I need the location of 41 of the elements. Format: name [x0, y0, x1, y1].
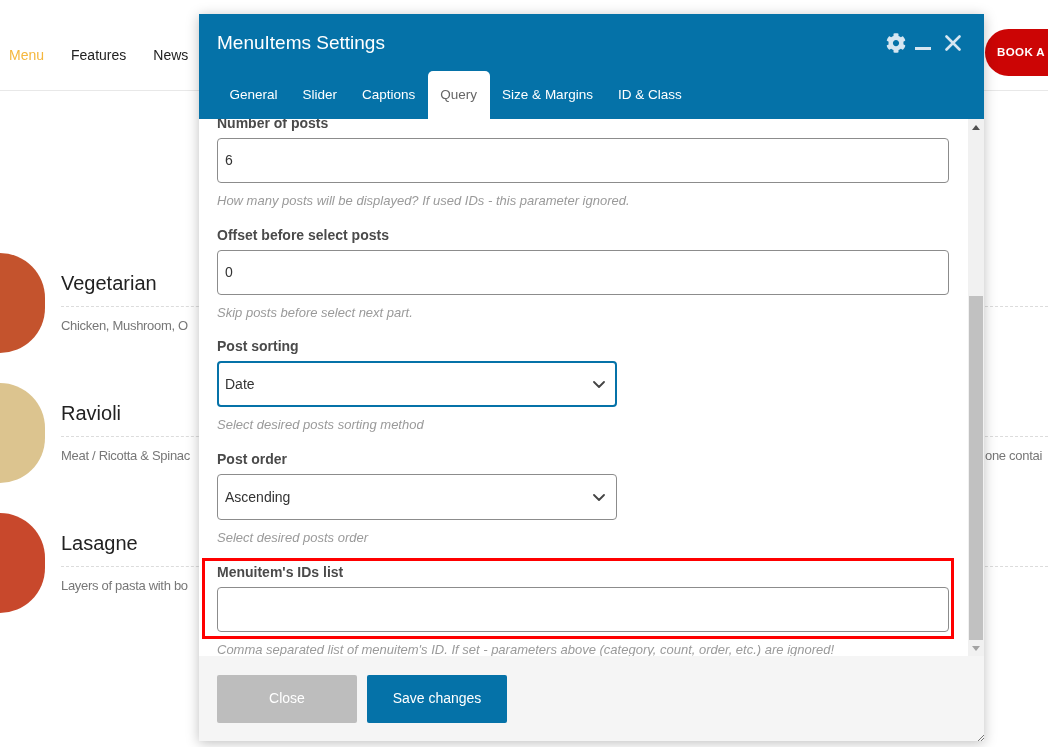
select-field[interactable]: Ascending [217, 474, 617, 521]
scrollbar-thumb[interactable] [969, 296, 983, 640]
tab[interactable]: ID & Class [605, 71, 695, 119]
menu-item-title: Ravioli [61, 401, 122, 426]
menu-item-title: Lasagne [61, 531, 138, 556]
scroll-down-icon[interactable] [972, 645, 980, 651]
close-icon[interactable] [945, 34, 961, 51]
resize-grip-icon[interactable] [978, 735, 984, 741]
input-field[interactable]: 6 [217, 138, 949, 183]
scroll-up-icon[interactable] [972, 124, 980, 130]
chevron-down-icon [593, 380, 605, 388]
nav-link[interactable]: News [153, 46, 189, 64]
select-field[interactable]: Date [217, 361, 617, 408]
tab[interactable]: Query [427, 71, 490, 119]
input-field[interactable] [217, 586, 949, 632]
menu-item-description: Meat / Ricotta & Spinac [61, 447, 190, 465]
help-text: Comma separated list of menuitem's ID. If set - parameters above (category, count, order, etc.) are ignored! [217, 640, 836, 656]
field-label: Post order [217, 450, 288, 469]
tab[interactable]: Slider [290, 71, 350, 119]
nav-link[interactable]: Features [71, 46, 127, 64]
settings-icon[interactable] [886, 32, 906, 53]
tab[interactable]: General [217, 71, 291, 119]
field-label: Post sorting [217, 337, 300, 356]
help-text: Skip posts before select next part. [217, 303, 414, 322]
dialog-title: MenuItems Settings [217, 30, 385, 55]
menu-item-description: one contai [985, 447, 1043, 465]
save-button[interactable]: Save changes [367, 674, 507, 723]
input-field[interactable]: 0 [217, 249, 949, 295]
scrollbar[interactable] [968, 119, 984, 656]
help-text: How many posts will be displayed? If used IDs - this parameter ignored. [217, 192, 631, 210]
menu-item-description: Layers of pasta with bo [61, 577, 188, 595]
field-label: Menuitem's IDs list [217, 562, 345, 581]
book-table-button[interactable]: BOOK A [985, 29, 1048, 76]
menu-item-title: Vegetarian [61, 271, 157, 296]
help-text: Select desired posts sorting method [217, 416, 425, 435]
help-text: Select desired posts order [217, 529, 370, 548]
field-label: Offset before select posts [217, 225, 390, 244]
menu-item-description: Chicken, Mushroom, O [61, 317, 188, 335]
chevron-down-icon [593, 493, 605, 501]
tab[interactable]: Size & Margins [489, 71, 606, 119]
tab[interactable]: Captions [349, 71, 428, 119]
